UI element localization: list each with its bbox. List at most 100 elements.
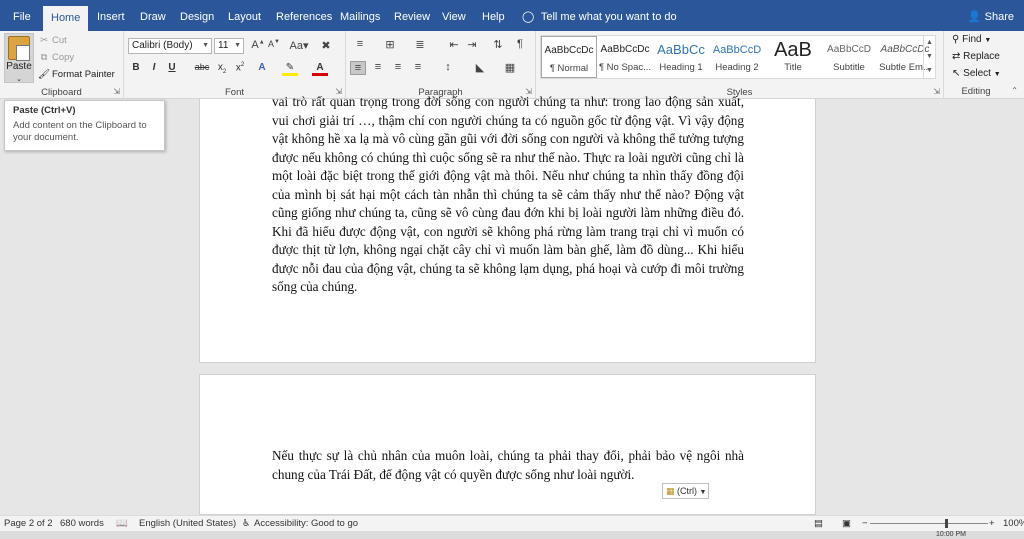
paste-tooltip: Paste (Ctrl+V) Add content on the Clipbo…: [4, 100, 165, 151]
select-button[interactable]: ↖ Select ▼: [952, 68, 1001, 79]
line-spacing-icon[interactable]: ↕: [440, 61, 456, 73]
style-sample: AaB: [774, 39, 812, 61]
highlight-icon[interactable]: ✎: [282, 62, 298, 76]
proofing-icon[interactable]: 📖: [116, 518, 128, 529]
style-title[interactable]: AaB Title: [765, 36, 821, 78]
read-mode-icon[interactable]: ▤: [814, 518, 823, 529]
select-label: Select: [963, 68, 991, 79]
sort-icon[interactable]: ⇅: [490, 38, 506, 51]
shading-icon[interactable]: ◣: [472, 61, 488, 74]
style-subtitle[interactable]: AaBbCcD Subtitle: [821, 36, 877, 78]
shrink-font-icon[interactable]: A▼: [266, 39, 282, 49]
replace-button[interactable]: ⇄ Replace: [952, 51, 1000, 62]
bullets-icon[interactable]: ≡: [352, 38, 368, 50]
tab-home[interactable]: Home: [43, 6, 89, 31]
align-center-icon[interactable]: ≡: [370, 61, 386, 73]
zoom-slider[interactable]: [870, 523, 988, 524]
tab-view[interactable]: View: [434, 0, 474, 31]
superscript-icon[interactable]: x2: [232, 62, 248, 73]
font-name-combo[interactable]: Calibri (Body) ▼: [128, 38, 212, 54]
italic-icon[interactable]: I: [146, 62, 162, 73]
grow-font-icon[interactable]: A▲: [250, 39, 266, 51]
underline-icon[interactable]: U: [164, 62, 180, 73]
share-button[interactable]: 👤 Share: [968, 0, 1014, 31]
tell-me-search[interactable]: ◯ Tell me what you want to do: [522, 0, 677, 31]
replace-label: Replace: [963, 51, 1000, 62]
ribbon: Paste ⌄ ✂ Cut ⧉ Copy 🖌 Format Painter Clipb…: [0, 31, 1024, 99]
align-right-icon[interactable]: ≡: [390, 61, 406, 73]
taskbar-clock: 10:00 PM: [936, 531, 966, 538]
page-count[interactable]: Page 2 of 2: [4, 518, 53, 529]
style-name: Title: [784, 62, 802, 73]
align-left-icon[interactable]: ≡: [350, 61, 366, 75]
print-layout-icon[interactable]: ▣: [842, 518, 851, 529]
tab-review[interactable]: Review: [386, 0, 438, 31]
document-page-2[interactable]: Nếu thực sự là chủ nhân của muôn loài, c…: [199, 374, 816, 515]
tab-help[interactable]: Help: [474, 0, 513, 31]
style-name: ¶ No Spac...: [598, 62, 652, 73]
style-heading-1[interactable]: AaBbCc Heading 1: [653, 36, 709, 78]
justify-icon[interactable]: ≡: [410, 61, 426, 73]
text-effects-icon[interactable]: A: [254, 62, 270, 73]
zoom-slider-thumb[interactable]: [945, 519, 948, 528]
change-case-icon[interactable]: Aa▾: [288, 39, 310, 52]
collapse-ribbon-icon[interactable]: ⌃: [1011, 86, 1018, 95]
search-icon: ⚲: [952, 34, 960, 45]
paste-button[interactable]: Paste ⌄: [4, 33, 34, 83]
language-indicator[interactable]: English (United States): [139, 518, 236, 529]
style-name: Heading 2: [715, 62, 759, 73]
scissors-icon: ✂: [40, 35, 48, 46]
tab-layout[interactable]: Layout: [220, 0, 269, 31]
paste-options-label: (Ctrl): [677, 486, 698, 496]
zoom-in-icon[interactable]: +: [989, 518, 995, 529]
zoom-level[interactable]: 100%: [1003, 518, 1024, 529]
style-name: ¶ Normal: [549, 63, 589, 74]
chevron-down-icon: ▼: [984, 37, 992, 44]
styles-gallery-scroll[interactable]: ▲ ▼ ▼: [923, 36, 935, 78]
clipboard-icon: [8, 36, 30, 61]
format-painter-button[interactable]: 🖌 Format Painter: [38, 69, 115, 80]
document-page-1[interactable]: vai trò rất quan trọng trong đời sống co…: [199, 94, 816, 363]
document-paragraph[interactable]: Nếu thực sự là chủ nhân của muôn loài, c…: [272, 447, 744, 484]
style-no-spacing[interactable]: AaBbCcDc ¶ No Spac...: [597, 36, 653, 78]
decrease-indent-icon[interactable]: ⇤: [446, 38, 462, 51]
style-normal[interactable]: AaBbCcDc ¶ Normal: [541, 36, 597, 78]
tab-insert[interactable]: Insert: [89, 0, 133, 31]
document-paragraph[interactable]: vai trò rất quan trọng trong đời sống co…: [272, 93, 744, 297]
tab-design[interactable]: Design: [172, 0, 222, 31]
tooltip-title: Paste (Ctrl+V): [13, 105, 76, 116]
copy-button[interactable]: ⧉ Copy: [38, 52, 75, 63]
tab-references[interactable]: References: [268, 0, 340, 31]
word-count[interactable]: 680 words: [60, 518, 104, 529]
font-group: Calibri (Body) ▼ 11 ▼ A▲ A▼ Aa▾ ✖ B I U …: [124, 31, 346, 99]
clear-formatting-icon[interactable]: ✖: [318, 39, 334, 52]
style-sample: AaBbCcDc: [544, 45, 594, 56]
accessibility-icon: ♿: [242, 518, 251, 529]
style-heading-2[interactable]: AaBbCcD Heading 2: [709, 36, 765, 78]
bold-icon[interactable]: B: [128, 62, 144, 73]
font-size-combo[interactable]: 11 ▼: [214, 38, 244, 54]
borders-icon[interactable]: ▦: [502, 61, 518, 74]
cut-button[interactable]: ✂ Cut: [38, 35, 67, 46]
find-button[interactable]: ⚲ Find ▼: [952, 34, 991, 45]
tab-file[interactable]: File: [5, 0, 39, 31]
paste-options-button[interactable]: ▦ (Ctrl) ▼: [662, 483, 709, 499]
zoom-out-icon[interactable]: −: [862, 518, 868, 529]
accessibility-status[interactable]: Accessibility: Good to go: [254, 518, 358, 529]
multilevel-list-icon[interactable]: ≣: [412, 38, 428, 51]
editing-group-label: Editing: [961, 86, 991, 97]
strikethrough-icon[interactable]: abc: [194, 62, 210, 72]
dialog-launcher-icon[interactable]: ⇲: [933, 87, 940, 96]
chevron-down-icon: ⌄: [16, 76, 22, 83]
font-color-icon[interactable]: A: [312, 62, 328, 76]
pilcrow-icon[interactable]: ¶: [512, 38, 528, 50]
numbering-icon[interactable]: ⊞: [382, 38, 398, 51]
subscript-icon[interactable]: x2: [214, 62, 230, 75]
tab-mailings[interactable]: Mailings: [332, 0, 388, 31]
increase-indent-icon[interactable]: ⇥: [464, 38, 480, 51]
copy-icon: ⧉: [40, 52, 48, 63]
cursor-icon: ↖: [952, 68, 961, 79]
tab-draw[interactable]: Draw: [132, 0, 174, 31]
lightbulb-icon: ◯: [522, 11, 535, 23]
dialog-launcher-icon[interactable]: ⇲: [113, 87, 120, 96]
